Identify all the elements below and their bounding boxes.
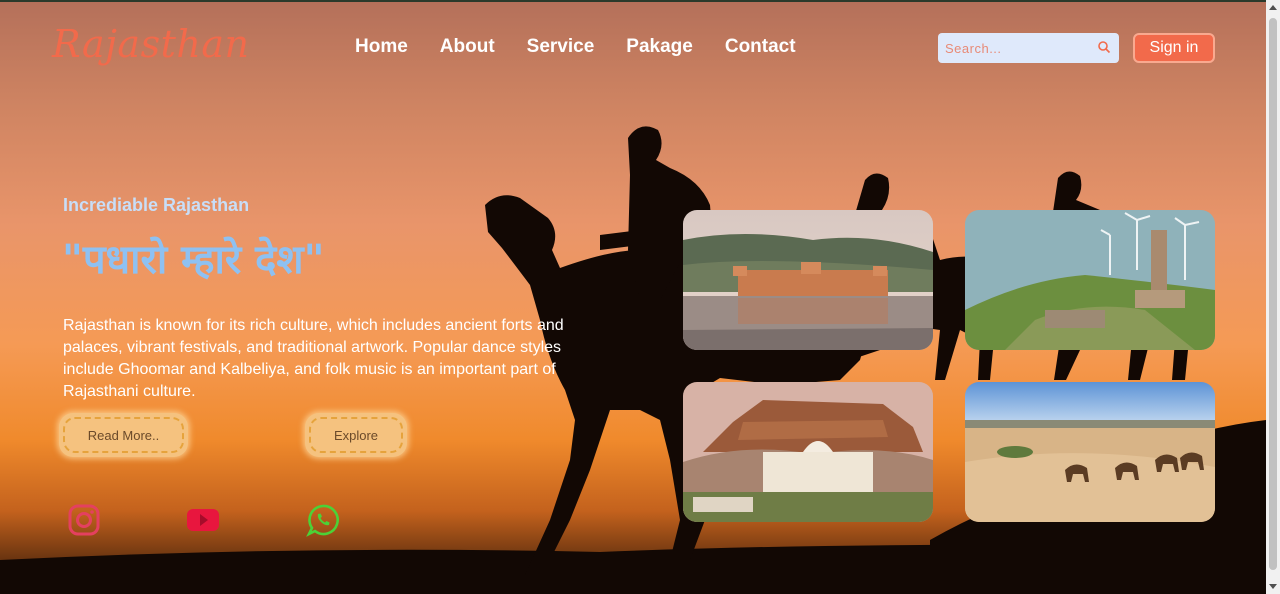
search-input[interactable] bbox=[938, 33, 1088, 63]
explore-label: Explore bbox=[333, 427, 379, 443]
top-border bbox=[0, 0, 1280, 2]
hero-background: Rajasthan Home About Service Pakage Cont… bbox=[0, 0, 1266, 594]
read-more-button[interactable]: Read More.. bbox=[59, 413, 188, 457]
hero-description: Rajasthan is known for its rich culture,… bbox=[63, 317, 564, 400]
site-logo[interactable]: Rajasthan bbox=[52, 22, 249, 66]
instagram-icon[interactable] bbox=[67, 503, 101, 537]
sign-in-button[interactable]: Sign in bbox=[1133, 33, 1215, 63]
explore-button[interactable]: Explore bbox=[305, 413, 407, 457]
mehrangarh-fort-image[interactable] bbox=[683, 382, 933, 522]
scroll-down-arrow[interactable] bbox=[1269, 584, 1277, 589]
search-icon[interactable] bbox=[1097, 40, 1111, 54]
main-nav: Home About Service Pakage Contact bbox=[355, 36, 796, 58]
youtube-icon[interactable] bbox=[186, 503, 220, 537]
desert-camels-image[interactable] bbox=[965, 382, 1215, 522]
hero-kicker: Incrediable Rajasthan bbox=[63, 195, 250, 215]
whatsapp-icon[interactable] bbox=[306, 503, 340, 537]
page-scrollbar[interactable] bbox=[1266, 0, 1280, 594]
nav-home[interactable]: Home bbox=[355, 36, 408, 58]
hill-fort-windmills-image[interactable] bbox=[965, 210, 1215, 350]
read-more-label: Read More.. bbox=[87, 427, 160, 443]
nav-service[interactable]: Service bbox=[527, 36, 595, 58]
jal-mahal-image[interactable] bbox=[683, 210, 933, 350]
scroll-up-arrow[interactable] bbox=[1269, 5, 1277, 10]
scroll-thumb[interactable] bbox=[1269, 18, 1277, 570]
nav-about[interactable]: About bbox=[440, 36, 495, 58]
search-box bbox=[938, 33, 1119, 63]
nav-contact[interactable]: Contact bbox=[725, 36, 796, 58]
nav-package[interactable]: Pakage bbox=[626, 36, 693, 58]
hero-headline: "पधारो म्हारे देश" bbox=[62, 237, 325, 283]
